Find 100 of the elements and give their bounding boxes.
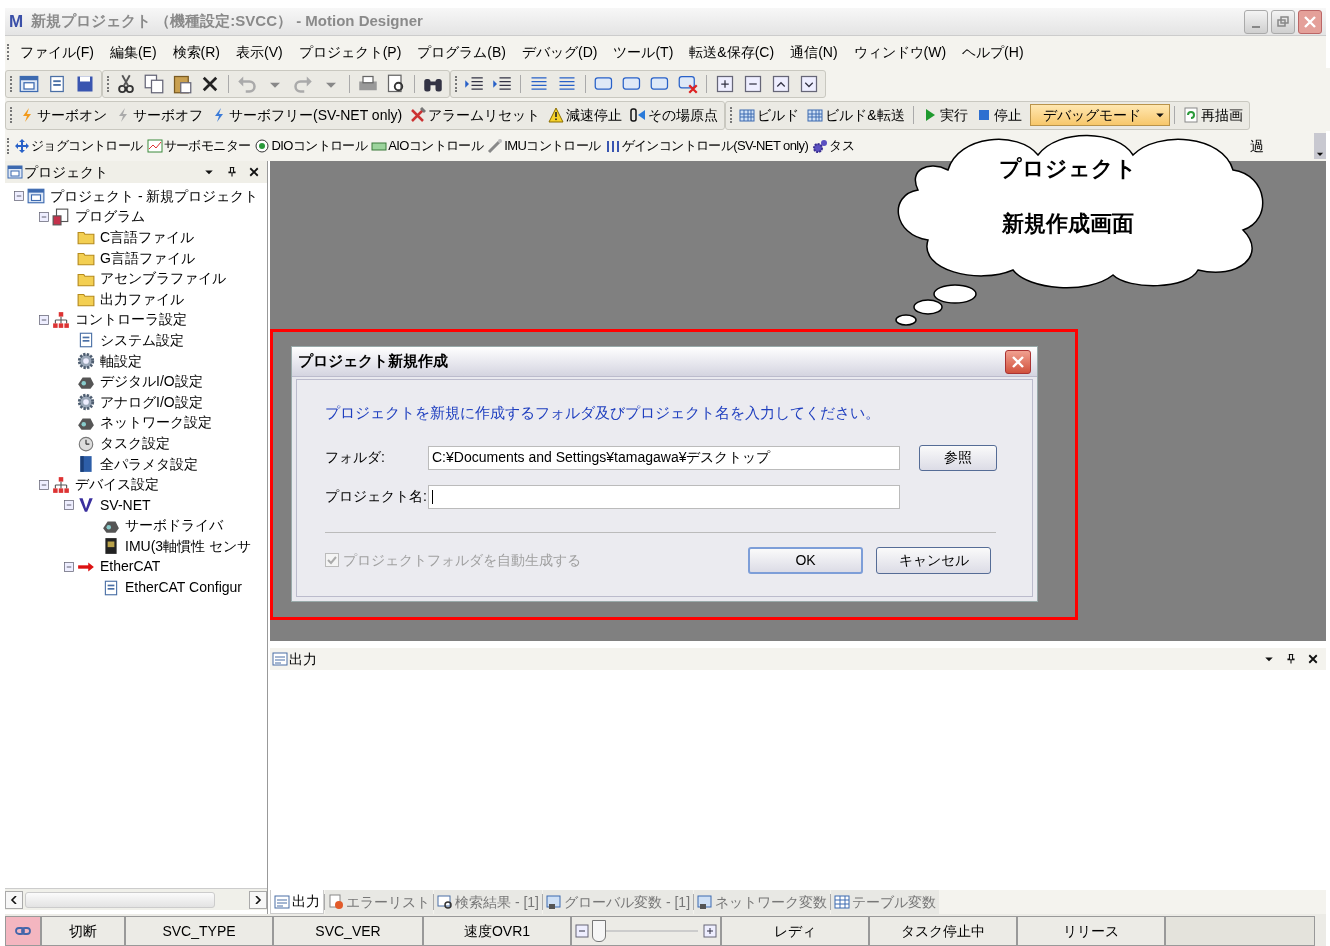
close-button[interactable] <box>1298 9 1322 34</box>
toolbar-button[interactable]: 減速停止 <box>544 103 627 127</box>
panel-tab[interactable]: テーブル変数 <box>831 890 940 914</box>
minus-box-icon[interactable] <box>743 73 763 94</box>
toolbar-button[interactable]: AIOコントロール <box>369 134 486 158</box>
collapse-toggle-icon[interactable] <box>13 190 25 203</box>
copy-icon[interactable] <box>144 73 164 94</box>
panel-tab[interactable]: 検索結果 - [1] <box>434 890 542 914</box>
horizontal-scrollbar[interactable] <box>5 888 267 910</box>
toolbar-button[interactable]: 実行 <box>917 103 972 127</box>
tree-item[interactable]: ネットワーク設定 <box>100 412 212 434</box>
tree-item[interactable]: 出力ファイル <box>100 288 184 310</box>
preview-icon[interactable] <box>386 73 406 94</box>
scroll-left-button[interactable] <box>5 890 23 909</box>
collapse-toggle-icon[interactable] <box>63 561 75 573</box>
scissors-icon[interactable] <box>116 73 136 94</box>
toolbar-button[interactable]: ビルド <box>735 103 804 127</box>
up-box-icon[interactable] <box>771 73 791 94</box>
toolbar-button[interactable]: IMUコントロール <box>485 134 603 158</box>
toolbar-button[interactable]: サーボフリー(SV-NET only) <box>207 103 407 127</box>
tree-item[interactable]: EtherCAT <box>100 556 161 578</box>
dialog-button[interactable]: OK <box>748 546 863 574</box>
panel-tab[interactable]: 出力 <box>270 890 324 914</box>
toolbar-button[interactable]: ゲインコントロール(SV-NET only) <box>602 134 811 158</box>
window-icon[interactable] <box>19 73 39 94</box>
minimize-button[interactable] <box>1244 9 1268 34</box>
panel-tab[interactable]: エラーリスト <box>325 890 433 914</box>
menu-item[interactable]: プログラム(B) <box>409 41 514 63</box>
collapse-toggle-icon[interactable] <box>38 313 50 326</box>
dialog-message: プロジェクトを新規に作成するフォルダ及びプロジェクト名を入力してください。 <box>325 403 881 423</box>
toolbar-button[interactable]: サーボオフ <box>111 103 207 127</box>
minus-box-icon[interactable] <box>574 923 590 939</box>
restore-button[interactable] <box>1271 9 1295 34</box>
slider-thumb[interactable] <box>592 920 607 942</box>
menu-item[interactable]: ツール(T) <box>605 41 682 63</box>
clipboard-icon[interactable] <box>172 73 192 94</box>
tree-item[interactable]: C言語ファイル <box>100 227 195 248</box>
toolbar-button[interactable]: サーボモニター <box>144 134 253 158</box>
menu-item[interactable]: 転送&保存(C) <box>681 41 783 63</box>
menu-item[interactable]: 検索(R) <box>164 41 228 63</box>
tree-item[interactable]: G言語ファイル <box>100 247 195 269</box>
tree-item[interactable]: 全パラメタ設定 <box>100 453 198 475</box>
folder-field[interactable]: C:¥Documents and Settings¥tamagawa¥デスクトップ <box>428 445 900 470</box>
toolbar-button[interactable]: ビルド&転送 <box>803 103 909 127</box>
pin-icon[interactable] <box>226 166 238 178</box>
pin-icon[interactable] <box>1285 653 1297 665</box>
toolbar-button[interactable]: サーボオン <box>15 103 111 127</box>
output-icon <box>274 893 290 910</box>
output-icon <box>272 651 288 667</box>
tree-item[interactable]: プロジェクト - 新規プロジェクト <box>50 185 259 207</box>
scroll-right-button[interactable] <box>249 890 267 909</box>
redraw-button[interactable]: 再描画 <box>1178 103 1247 127</box>
tree-item[interactable]: アセンブラファイル <box>100 268 226 290</box>
tree-item[interactable]: アナログI/O設定 <box>100 391 203 413</box>
collapse-toggle-icon[interactable] <box>38 210 50 223</box>
collapse-toggle-icon[interactable] <box>38 478 50 491</box>
document-icon[interactable] <box>47 73 67 94</box>
tree-item[interactable]: システム設定 <box>100 329 184 351</box>
menu-item[interactable]: 表示(V) <box>228 41 291 63</box>
menu-item[interactable]: ファイル(F) <box>12 41 102 63</box>
menu-item[interactable]: 編集(E) <box>101 41 165 63</box>
menu-item[interactable]: プロジェクト(P) <box>290 41 410 63</box>
tree-item[interactable]: デバイス設定 <box>75 474 159 496</box>
mode-dropdown[interactable]: デバッグモード <box>1029 104 1170 126</box>
comment-remove-icon[interactable] <box>678 73 698 94</box>
close-button[interactable] <box>1005 349 1031 374</box>
browse-button[interactable]: 参照 <box>919 444 997 471</box>
menu-item[interactable]: ウィンドウ(W) <box>845 41 955 63</box>
tree-item[interactable]: コントローラ設定 <box>75 309 187 331</box>
tree-item[interactable]: SV-NET <box>100 494 151 516</box>
tree-item[interactable]: IMU(3軸慣性 センサ <box>125 535 251 557</box>
toolbar-label: 過 <box>1250 136 1264 156</box>
tree-item[interactable]: サーボドライバ <box>125 515 223 537</box>
panel-tab[interactable]: ネットワーク変数 <box>694 890 831 914</box>
toolbar-button[interactable]: DIOコントロール <box>252 134 370 158</box>
tree-item[interactable]: タスク設定 <box>100 432 170 454</box>
panel-tab[interactable]: グローバル変数 - [1] <box>543 890 694 914</box>
toolbar-button[interactable]: その場原点 <box>626 103 723 127</box>
tree-item[interactable]: 軸設定 <box>100 350 142 372</box>
tree-item[interactable]: プログラム <box>75 206 145 228</box>
collapse-toggle-icon[interactable] <box>63 499 75 512</box>
plus-box-icon[interactable] <box>715 73 735 94</box>
menu-item[interactable]: ヘルプ(H) <box>954 41 1032 63</box>
dialog-button[interactable]: キャンセル <box>876 546 991 574</box>
project-name-field[interactable] <box>428 484 900 509</box>
close-icon[interactable] <box>1307 653 1319 665</box>
toolbar-button[interactable]: タス <box>810 134 857 158</box>
down-box-icon[interactable] <box>799 73 819 94</box>
tree-item[interactable]: デジタルI/O設定 <box>100 371 203 393</box>
toolbar-button[interactable]: 停止 <box>971 103 1026 127</box>
toolbar-button[interactable]: アラームリセット <box>406 103 545 127</box>
toolbar-button[interactable]: ジョグコントロール <box>12 134 145 158</box>
scroll-thumb[interactable] <box>25 891 215 908</box>
toolbar-overflow-button[interactable] <box>1314 133 1326 159</box>
menu-item[interactable]: デバッグ(D) <box>514 41 606 63</box>
tree-item[interactable]: EtherCAT Configur <box>125 577 242 599</box>
menu-item[interactable]: 通信(N) <box>782 41 846 63</box>
plus-box-icon[interactable] <box>702 923 718 939</box>
refresh-icon <box>1182 107 1199 123</box>
close-icon[interactable] <box>248 166 260 178</box>
